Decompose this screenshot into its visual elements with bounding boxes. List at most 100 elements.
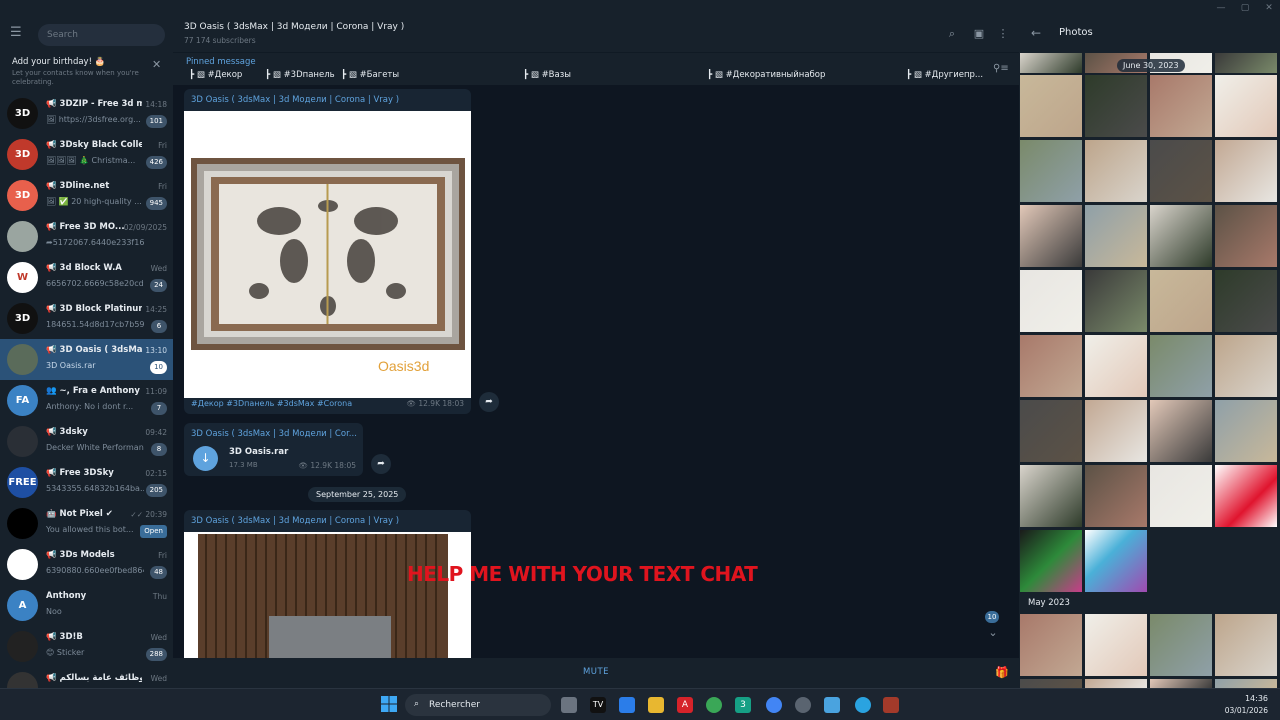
pinned-tag[interactable]: ┣ ▧ #Вазы (523, 70, 571, 80)
search-input[interactable]: Search (38, 24, 165, 46)
post-image[interactable] (184, 532, 471, 658)
photo-thumbnail[interactable] (1150, 465, 1212, 527)
close-icon[interactable]: ✕ (152, 58, 161, 71)
chat-list-item[interactable]: 🤖 Not Pixel ✔ ✓✓ 20:39 You allowed this bo… (0, 503, 173, 544)
mute-button[interactable]: MUTE (173, 667, 1019, 677)
telegram-icon[interactable] (855, 697, 871, 713)
forward-icon[interactable]: ➦ (479, 392, 499, 412)
winrar-icon[interactable] (883, 697, 899, 713)
channel-title[interactable]: 3D Oasis ( 3dsMax | 3d Модели | Corona |… (184, 22, 404, 32)
photo-thumbnail[interactable] (1085, 270, 1147, 332)
chat-list-item[interactable]: 📢 3dsky 09:42 Decker White Performan... 8 (0, 421, 173, 462)
photo-thumbnail[interactable] (1085, 614, 1147, 676)
search-icon[interactable]: ⌕ (944, 26, 960, 42)
photo-thumbnail[interactable] (1085, 530, 1147, 592)
photo-thumbnail[interactable] (1150, 75, 1212, 137)
clock-time[interactable]: 14:36 (1245, 694, 1268, 703)
pinned-list-icon[interactable]: ⚲≡ (993, 63, 1009, 74)
task-view-icon[interactable] (561, 697, 577, 713)
pinned-tag[interactable]: ┣ ▧ #Другиепр... (906, 70, 983, 80)
sidebar-toggle-icon[interactable]: ▣ (971, 26, 987, 42)
chat-header[interactable]: 3D Oasis ( 3dsMax | 3d Модели | Corona |… (173, 16, 1019, 52)
chat-list-item[interactable]: FA 👥 ~, Fra e Anthony 11:09 Anthony: No i d… (0, 380, 173, 421)
photo-thumbnail[interactable] (1150, 205, 1212, 267)
photo-thumbnail[interactable] (1150, 614, 1212, 676)
chat-list-item[interactable]: W 📢 3d Block W.A Wed 6656702.6669c58e20cd0.… (0, 257, 173, 298)
minimize-icon[interactable]: — (1212, 2, 1230, 14)
photos-app-icon[interactable] (824, 697, 840, 713)
photo-thumbnail[interactable] (1020, 53, 1082, 73)
chat-list-item[interactable]: A Anthony Thu Noo (0, 585, 173, 626)
hamburger-menu-icon[interactable]: ☰ (10, 26, 26, 40)
birthday-banner[interactable]: Add your birthday! 🎂 Let your contacts k… (0, 56, 173, 92)
photo-thumbnail[interactable] (1020, 465, 1082, 527)
photo-thumbnail[interactable] (1215, 465, 1277, 527)
photo-thumbnail[interactable] (1150, 140, 1212, 202)
photo-thumbnail[interactable] (1020, 400, 1082, 462)
post-author[interactable]: 3D Oasis ( 3dsMax | 3d Модели | Cor... (191, 429, 357, 439)
file-name[interactable]: 3D Oasis.rar (229, 447, 288, 457)
settings-icon[interactable] (795, 697, 811, 713)
tradingview-icon[interactable]: TV (590, 697, 606, 713)
pinned-tag[interactable]: ┣ ▧ #Декоративныйнабор (707, 70, 825, 80)
chat-list-item[interactable]: 3D 📢 3Dsky Black Collectio... Fri 🖼🖼🖼 🎄 Chr… (0, 134, 173, 175)
photo-thumbnail[interactable] (1020, 140, 1082, 202)
pinned-tag[interactable]: ┣ ▧ #Багеты (341, 70, 399, 80)
taskbar-search[interactable]: Rechercher (405, 694, 551, 716)
post-image[interactable]: Oasis3d (184, 111, 471, 398)
photo-thumbnail[interactable] (1215, 75, 1277, 137)
pinned-tag[interactable]: ┣ ▧ #Декор (189, 70, 242, 80)
photo-thumbnail[interactable] (1085, 465, 1147, 527)
photo-thumbnail[interactable] (1215, 205, 1277, 267)
pinned-message-bar[interactable]: Pinned message ┣ ▧ #Декор ┣ ▧ #3Dпанель … (173, 52, 1019, 85)
photo-thumbnail[interactable] (1215, 400, 1277, 462)
close-window-icon[interactable]: ✕ (1260, 2, 1278, 14)
photo-thumbnail[interactable] (1020, 614, 1082, 676)
photo-thumbnail[interactable] (1150, 400, 1212, 462)
gift-icon[interactable]: 🎁 (995, 666, 1009, 679)
windows-start-icon[interactable] (381, 696, 397, 712)
chat-list-item[interactable]: 📢 وظائف عامة بسالكم ... Wed (0, 667, 173, 688)
photo-thumbnail[interactable] (1150, 270, 1212, 332)
photo-thumbnail[interactable] (1020, 75, 1082, 137)
photo-thumbnail[interactable] (1085, 335, 1147, 397)
photo-thumbnail[interactable] (1020, 205, 1082, 267)
chrome-icon[interactable] (706, 697, 722, 713)
photo-thumbnail[interactable] (1020, 530, 1082, 592)
pinned-tag[interactable]: ┣ ▧ #3Dпанель (265, 70, 335, 80)
photo-thumbnail[interactable] (1215, 614, 1277, 676)
photo-thumbnail[interactable] (1085, 679, 1147, 688)
chat-list-item[interactable]: 📢 Free 3D MO... 02/09/2025 ➦5172067.6440e2… (0, 216, 173, 257)
photo-thumbnail[interactable] (1150, 679, 1212, 688)
folder-icon[interactable] (648, 697, 664, 713)
chat-list-item[interactable]: 📢 3Ds Models Fri 6390880.660ee0fbed864... 4… (0, 544, 173, 585)
chat-list-item[interactable]: 📢 3D Oasis ( 3dsMax ...13:10 3D Oasis.rar… (0, 339, 173, 380)
photo-thumbnail[interactable] (1020, 335, 1082, 397)
post-author[interactable]: 3D Oasis ( 3dsMax | 3d Модели | Corona |… (191, 95, 399, 105)
photo-thumbnail[interactable] (1215, 270, 1277, 332)
photo-thumbnail[interactable] (1215, 53, 1277, 73)
back-arrow-icon[interactable]: ← (1031, 26, 1041, 40)
more-options-icon[interactable]: ⋮ (995, 26, 1011, 42)
chat-list-item[interactable]: 3D 📢 3Dline.net Fri 🖼 ✅ 20 high-quality ...… (0, 175, 173, 216)
download-icon[interactable]: ↓ (193, 446, 218, 471)
photo-thumbnail[interactable] (1215, 335, 1277, 397)
photo-thumbnail[interactable] (1085, 140, 1147, 202)
clock-date[interactable]: 03/01/2026 (1225, 706, 1268, 715)
post-hashtags[interactable]: #Декор #3Dпанель #3dsMax #Corona (191, 399, 352, 408)
store-icon[interactable] (619, 697, 635, 713)
photo-thumbnail[interactable] (1020, 270, 1082, 332)
acrobat-icon[interactable]: A (677, 697, 693, 713)
chat-list-item[interactable]: 3D 📢 3DZIP - Free 3d mo...14:18 🖼 https://… (0, 93, 173, 134)
chat-list-item[interactable]: FREE 📢 Free 3DSky 02:15 5343355.64832b164ba… (0, 462, 173, 503)
photo-thumbnail[interactable] (1085, 400, 1147, 462)
post-author[interactable]: 3D Oasis ( 3dsMax | 3d Модели | Corona |… (191, 516, 399, 526)
maximize-icon[interactable]: ▢ (1236, 2, 1254, 14)
scroll-down-icon[interactable]: ⌄ (985, 626, 1001, 640)
photo-thumbnail[interactable] (1085, 75, 1147, 137)
photo-thumbnail[interactable] (1085, 205, 1147, 267)
photo-thumbnail[interactable] (1020, 679, 1082, 688)
3dsmax-icon[interactable]: 3 (735, 697, 751, 713)
photo-thumbnail[interactable] (1215, 140, 1277, 202)
forward-icon[interactable]: ➦ (371, 454, 391, 474)
